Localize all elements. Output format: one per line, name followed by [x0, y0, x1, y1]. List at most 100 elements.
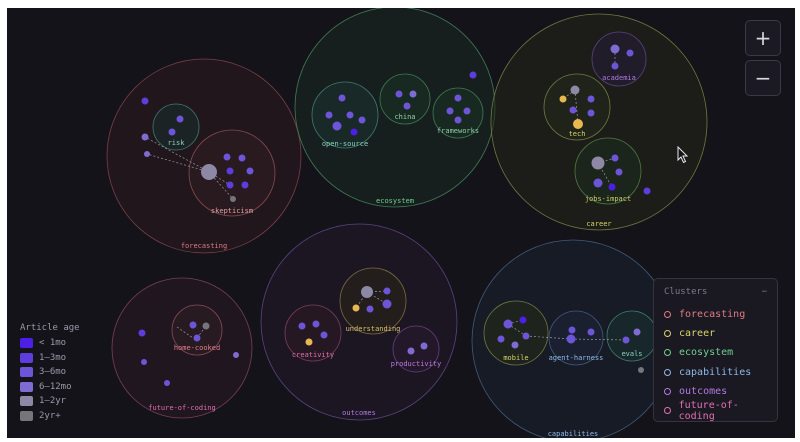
article-node	[511, 341, 519, 349]
article-node	[446, 107, 454, 115]
topic-open-source[interactable]: open-source	[311, 81, 379, 149]
article-node	[332, 121, 342, 131]
article-node	[144, 151, 150, 157]
age-swatch	[20, 367, 33, 378]
cluster-toggle-forecasting[interactable]: forecasting	[664, 305, 767, 324]
svg-text:home-cooked: home-cooked	[174, 344, 220, 352]
cluster-toggle-career[interactable]: career	[664, 324, 767, 343]
age-swatch	[20, 410, 33, 421]
svg-text:mobile: mobile	[503, 354, 528, 362]
article-node	[305, 338, 313, 346]
article-node	[626, 49, 634, 57]
article-node	[587, 109, 595, 117]
article-node	[312, 320, 320, 328]
article-node	[643, 187, 651, 195]
cluster-label-future-of-coding: future-of-coding	[148, 404, 215, 412]
article-node	[382, 299, 392, 309]
article-node	[395, 90, 403, 98]
topic-creativity[interactable]: creativity	[284, 304, 342, 362]
article-node	[611, 62, 619, 70]
age-legend-item: 1–3mo	[20, 351, 80, 366]
svg-text:skepticism: skepticism	[211, 207, 253, 215]
cluster-dot-icon	[664, 330, 671, 338]
article-node	[164, 380, 170, 386]
article-node	[201, 164, 217, 180]
svg-text:evals: evals	[621, 350, 642, 358]
svg-text:frameworks: frameworks	[437, 127, 479, 135]
topic-china[interactable]: china	[379, 73, 431, 125]
age-swatch	[20, 396, 33, 407]
cluster-label-career: career	[586, 220, 611, 228]
age-swatch	[20, 338, 33, 349]
svg-text:understanding: understanding	[346, 325, 401, 333]
cluster-toggle-future-of-coding[interactable]: future-of-coding	[664, 400, 767, 422]
article-node	[358, 116, 366, 124]
topic-understanding[interactable]: understanding	[339, 267, 407, 335]
article-node	[141, 359, 147, 365]
article-node	[573, 119, 583, 129]
topic-mobile[interactable]: mobile	[483, 300, 549, 366]
article-node	[454, 116, 462, 124]
article-node	[320, 331, 328, 339]
article-age-legend: Article age < 1mo 1–3mo 3–6mo 6–12mo 1–2…	[20, 323, 80, 423]
age-legend-item: 3–6mo	[20, 365, 80, 380]
cluster-label-ecosystem: ecosystem	[376, 197, 414, 205]
article-node	[226, 167, 234, 175]
svg-text:productivity: productivity	[391, 360, 442, 368]
topic-tech[interactable]: tech	[543, 73, 611, 141]
article-node	[591, 156, 605, 170]
cluster-toggle-capabilities[interactable]: capabilities	[664, 363, 767, 382]
article-node	[587, 95, 595, 103]
topic-home-cooked[interactable]: home-cooked	[171, 304, 223, 356]
collapse-panel-button[interactable]: −	[762, 287, 767, 297]
cluster-dot-icon	[664, 311, 671, 319]
age-swatch	[20, 352, 33, 363]
cluster-dot-icon	[664, 407, 671, 415]
article-node	[503, 319, 513, 329]
article-node	[138, 329, 146, 337]
topic-jobs-impact[interactable]: jobs-impact	[574, 137, 642, 205]
age-legend-item: 6–12mo	[20, 380, 80, 395]
age-legend-title: Article age	[20, 323, 80, 333]
article-node	[226, 181, 234, 189]
article-node	[141, 133, 149, 141]
svg-text:risk: risk	[168, 139, 186, 147]
cluster-toggle-ecosystem[interactable]: ecosystem	[664, 343, 767, 362]
topic-agent-harness[interactable]: agent-harness	[548, 310, 604, 366]
article-node	[454, 94, 462, 102]
article-node	[611, 154, 619, 162]
svg-text:agent-harness: agent-harness	[549, 354, 604, 362]
cluster-label-forecasting: forecasting	[181, 242, 227, 250]
article-node	[246, 167, 254, 175]
article-node	[633, 328, 641, 336]
svg-text:china: china	[394, 113, 415, 121]
mouse-cursor-icon	[677, 146, 689, 164]
map-canvas[interactable]: forecasting ecosystem career future-of-c…	[7, 8, 795, 438]
svg-text:jobs-impact: jobs-impact	[585, 195, 631, 203]
article-node	[238, 154, 246, 162]
article-node	[176, 115, 184, 123]
svg-text:academia: academia	[602, 74, 636, 82]
zoom-out-button[interactable]: −	[745, 60, 781, 96]
article-node	[570, 85, 580, 95]
article-node	[566, 334, 576, 344]
article-node	[338, 94, 346, 102]
article-node	[569, 106, 577, 114]
cluster-dot-icon	[664, 349, 671, 357]
age-swatch	[20, 381, 33, 392]
topic-academia[interactable]: academia	[591, 31, 647, 87]
article-node	[346, 111, 354, 119]
cluster-dot-icon	[664, 368, 671, 376]
topic-evals[interactable]: evals	[606, 310, 658, 362]
article-node	[568, 326, 576, 334]
article-node	[497, 335, 505, 343]
article-node	[559, 95, 567, 103]
article-node	[519, 316, 527, 324]
zoom-in-button[interactable]: +	[745, 20, 781, 56]
age-legend-item: 1–2yr	[20, 394, 80, 409]
cluster-toggle-outcomes[interactable]: outcomes	[664, 382, 767, 401]
cluster-dot-icon	[664, 387, 671, 395]
article-node	[587, 328, 595, 336]
article-node	[407, 347, 415, 355]
topic-risk[interactable]: risk	[152, 103, 200, 151]
